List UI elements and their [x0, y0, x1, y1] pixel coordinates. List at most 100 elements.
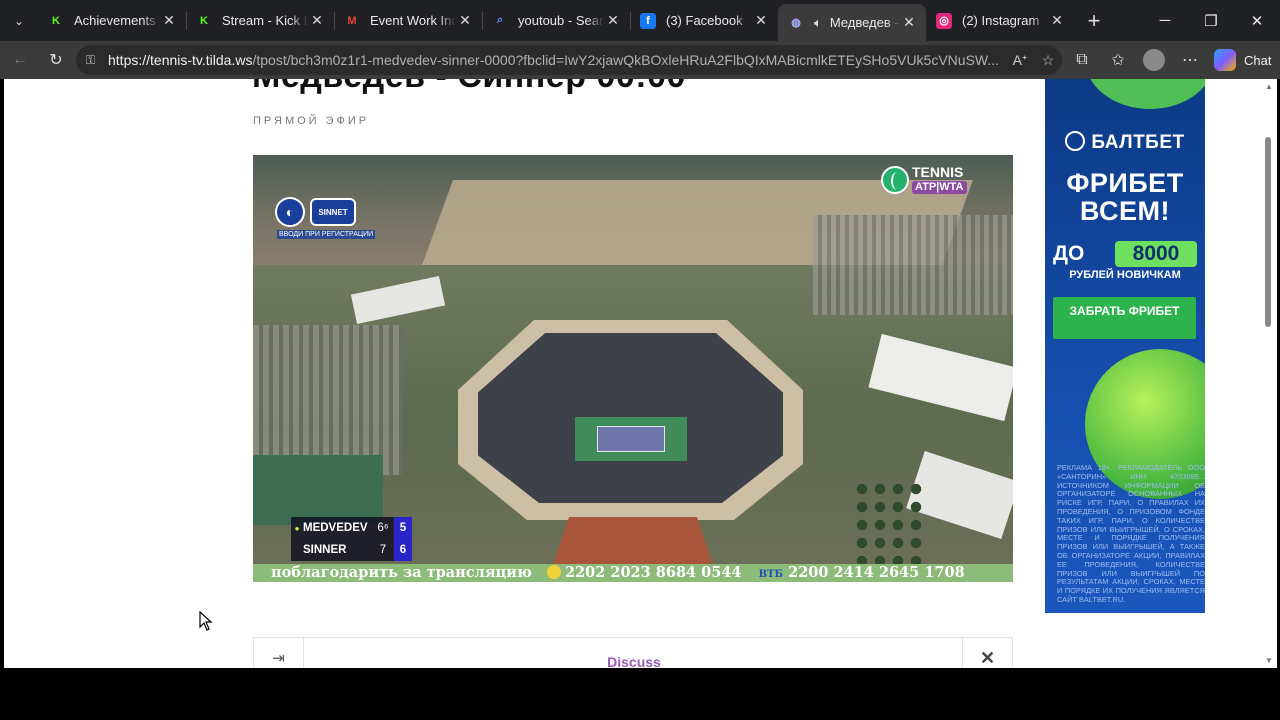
close-icon[interactable]: ✕ — [962, 638, 1012, 668]
browser-tab[interactable]: M Event Work Inqu✕ — [334, 0, 482, 41]
tab-close-icon[interactable]: ✕ — [160, 12, 178, 30]
browser-tab[interactable]: ⌕ youtoub - Search✕ — [482, 0, 630, 41]
url-text[interactable]: https://tennis-tv.tilda.ws/tpost/bch3m0z… — [108, 52, 1006, 68]
profile-button[interactable] — [1136, 41, 1172, 79]
ad-banner[interactable]: БАЛТБЕТ ФРИБЕТ ВСЕМ! ДО 8000 РУБЛЕЙ НОВИЧ… — [1045, 79, 1205, 613]
live-label: ПРЯМОЙ ЭФИР — [253, 115, 370, 127]
tab-actions-menu[interactable]: ⌄ — [0, 0, 38, 41]
tab-favicon-icon: ◎ — [936, 12, 952, 29]
extensions-icon[interactable]: ⧉ — [1064, 41, 1100, 79]
address-bar[interactable]: ⚿ https://tennis-tv.tilda.ws/tpost/bch3m… — [76, 45, 1062, 75]
tab-close-icon[interactable]: ✕ — [1048, 12, 1066, 30]
tab-title: Event Work Inqu — [370, 13, 456, 28]
promo-code: SINNET — [318, 207, 348, 217]
tab-title: (2) Instagram — [962, 13, 1040, 28]
chat-label: Chat — [1244, 52, 1272, 68]
ad-headline-2: ВСЕМ! — [1080, 196, 1170, 226]
tab-title: Stream - Kick Da — [222, 13, 308, 28]
tab-close-icon[interactable]: ✕ — [308, 12, 326, 30]
avatar — [1143, 49, 1165, 71]
tab-strip: ⌄ KAchievements - K✕KStream - Kick Da✕ME… — [0, 0, 1280, 41]
ad-headline: ФРИБЕТ ВСЕМ! — [1045, 169, 1205, 225]
minimize-icon[interactable]: ─ — [1142, 0, 1188, 41]
comments-bar: ⇥ Discuss ✕ — [253, 637, 1013, 668]
tab-title: (3) Facebook — [666, 13, 743, 28]
ad-prefix: ДО — [1053, 242, 1085, 265]
read-aloud-icon[interactable]: Aᐩ — [1006, 52, 1034, 69]
channel-logo-text: TENNIS — [912, 164, 964, 180]
browser-tab[interactable]: f (3) Facebook ✕ — [630, 0, 778, 41]
favorite-star-icon[interactable]: ☆ — [1034, 52, 1062, 69]
tab-list: KAchievements - K✕KStream - Kick Da✕MEve… — [38, 0, 1074, 41]
more-options-icon[interactable]: ⋯ — [1172, 41, 1208, 79]
player-name: MEDVEDEV — [303, 522, 368, 534]
favorites-icon[interactable]: ✩ — [1100, 41, 1136, 79]
tab-title: Медведев - — [829, 15, 899, 30]
reload-icon[interactable]: ↻ — [38, 41, 74, 79]
browser-tab[interactable]: ◍ 🔈︎ Медведев - ✕ — [778, 4, 926, 41]
broadcast-promo-badge: SINNET — [310, 198, 356, 226]
set-score: 6⁶ — [377, 522, 389, 534]
ad-cta-button[interactable]: ЗАБРАТЬ ФРИБЕТ — [1053, 297, 1196, 339]
browser-tab[interactable]: K Achievements - K✕ — [38, 0, 186, 41]
back-icon[interactable]: ← — [2, 41, 38, 79]
channel-logo-sub: ATP|WTA — [912, 181, 967, 194]
speaker-icon[interactable]: 🔈︎ — [814, 15, 822, 31]
toolbar-right: ⧉ ✩ ⋯ Chat — [1064, 41, 1271, 79]
tab-close-icon[interactable]: ✕ — [604, 12, 622, 30]
channel-logo: TENNIS ATP|WTA — [881, 165, 967, 194]
browser-toolbar: ← ↻ ⚿ https://tennis-tv.tilda.ws/tpost/b… — [0, 41, 1280, 79]
scrollbar-thumb[interactable] — [1265, 137, 1271, 327]
ad-legal-text: РЕКЛАМА 18+. РЕКЛАМОДАТЕЛЬ ООО «САНТОРИН… — [1057, 463, 1205, 604]
ad-amount: 8000 — [1115, 241, 1197, 267]
browser-tab[interactable]: K Stream - Kick Da✕ — [186, 0, 334, 41]
broadcast-brand-icon: ◐ — [275, 197, 305, 227]
video-parking — [813, 215, 1013, 315]
video-parking — [253, 325, 403, 475]
ad-subtitle: РУБЛЕЙ НОВИЧКАМ — [1069, 269, 1181, 281]
tab-favicon-icon: ⌕ — [492, 12, 508, 29]
scoreboard: ● MEDVEDEV 6⁶ 5 SINNER 7 6 — [291, 517, 412, 561]
copilot-chat-button[interactable]: Chat — [1214, 49, 1271, 71]
video-trees — [853, 480, 923, 570]
restore-icon[interactable]: ❐ — [1188, 0, 1234, 41]
player-name: SINNER — [303, 544, 347, 556]
url-path: /tpost/bch3m0z1r1-medvedev-sinner-0000?f… — [252, 52, 1000, 68]
close-window-icon[interactable]: ✕ — [1234, 0, 1280, 41]
scroll-down-icon[interactable]: ▼ — [1265, 656, 1273, 665]
tennis-ball-icon — [881, 165, 909, 194]
tab-title: Achievements - K — [74, 13, 160, 28]
url-host: https://tennis-tv.tilda.ws — [108, 52, 253, 68]
discuss-button[interactable]: Discuss — [254, 654, 1014, 668]
baltbet-logo-icon — [1065, 131, 1086, 151]
ad-brand-text: БАЛТБЕТ — [1091, 132, 1185, 153]
page-scrollbar[interactable]: ▲ ▼ — [1261, 79, 1277, 668]
ad-brand: БАЛТБЕТ — [1045, 131, 1205, 154]
browser-tab[interactable]: ◎ (2) Instagram ✕ — [926, 0, 1074, 41]
serve-indicator-icon: ● — [294, 523, 300, 533]
tab-close-icon[interactable]: ✕ — [456, 12, 474, 30]
sber-icon — [546, 565, 561, 579]
chevron-down-icon: ⌄ — [13, 13, 25, 28]
vtb-label: ВТБ — [758, 569, 784, 580]
set-score: 7 — [379, 544, 387, 556]
broadcast-sub: ВВОДИ ПРИ РЕГИСТРАЦИИ — [277, 230, 376, 239]
tab-favicon-icon: f — [640, 12, 656, 29]
tab-favicon-icon: M — [344, 12, 360, 29]
donation-ticker: поблагодарить за трансляцию 2202 2023 86… — [253, 564, 1013, 582]
site-info-icon[interactable]: ⚿ — [86, 53, 104, 68]
ticker-card-1: 2202 2023 8684 0544 — [564, 564, 742, 581]
tab-favicon-icon: ◍ — [788, 14, 804, 31]
video-practice-courts — [253, 455, 383, 525]
new-tab-button[interactable]: + — [1074, 0, 1114, 41]
current-set-score: 5 — [394, 517, 412, 539]
ticker-card-2: 2200 2414 2645 1708 — [788, 564, 965, 581]
broadcast-logo: ◐ SINNET — [275, 197, 356, 227]
video-player[interactable]: ◐ SINNET ВВОДИ ПРИ РЕГИСТРАЦИИ TENNIS AT… — [253, 155, 1013, 582]
ad-headline-1: ФРИБЕТ — [1066, 168, 1184, 198]
tab-close-icon[interactable]: ✕ — [900, 14, 918, 32]
tab-close-icon[interactable]: ✕ — [752, 12, 770, 30]
score-row: SINNER 7 6 — [291, 539, 412, 561]
tab-favicon-icon: K — [48, 12, 64, 29]
scroll-up-icon[interactable]: ▲ — [1265, 82, 1273, 91]
